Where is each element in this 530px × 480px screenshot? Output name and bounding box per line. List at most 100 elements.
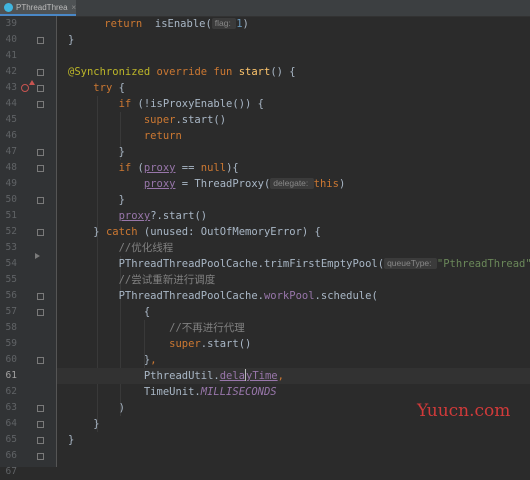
fold-marker-icon[interactable] (37, 229, 44, 236)
fold-marker-icon[interactable] (37, 405, 44, 412)
line-number[interactable]: 42 (0, 64, 17, 80)
fold-marker-icon[interactable] (37, 69, 44, 76)
code-token: MILLISECONDS (200, 386, 277, 398)
code-line[interactable]: } (57, 32, 530, 48)
code-line[interactable]: return isEnable(flag: 1) (57, 16, 530, 32)
code-line[interactable]: TimeUnit.MILLISECONDS (57, 384, 530, 400)
code-token: TimeUnit. (68, 386, 201, 398)
code-line[interactable]: //尝试重新进行调度 (57, 272, 530, 288)
line-number[interactable]: 52 (0, 224, 17, 240)
fold-marker-icon[interactable] (37, 357, 44, 364)
code-line[interactable]: super.start() (57, 336, 530, 352)
code-token: start (238, 66, 271, 78)
line-number[interactable]: 64 (0, 416, 17, 432)
line-number[interactable]: 48 (0, 160, 17, 176)
code-line[interactable]: //不再进行代理 (57, 320, 530, 336)
code-token: ) (338, 178, 346, 190)
tab-pthreadthread-kt[interactable]: PThreadThread.kt × (0, 0, 76, 16)
code-line[interactable]: proxy = ThreadProxy(delegate: this) (57, 176, 530, 192)
fold-marker-icon[interactable] (37, 197, 44, 204)
code-line[interactable]: if (!isProxyEnable()) { (57, 96, 530, 112)
code-line[interactable]: //优化线程 (57, 240, 530, 256)
fold-marker-icon[interactable] (37, 149, 44, 156)
code-line[interactable]: PThreadThreadPoolCache.trimFirstEmptyPoo… (57, 256, 530, 272)
line-number[interactable]: 60 (0, 352, 17, 368)
code-line[interactable]: @Synchronized override fun start() { (57, 64, 530, 80)
code-token: ) (242, 18, 249, 30)
fold-expand-icon[interactable] (35, 253, 40, 259)
code-token: super (143, 114, 176, 126)
line-number[interactable]: 65 (0, 432, 17, 448)
code-line[interactable]: try { (57, 80, 530, 96)
code-line[interactable]: if (proxy == null){ (57, 160, 530, 176)
line-number[interactable]: 45 (0, 112, 17, 128)
line-number[interactable]: 58 (0, 320, 17, 336)
line-number[interactable]: 46 (0, 128, 17, 144)
code-token: if (118, 162, 138, 174)
override-marker-icon[interactable] (21, 84, 29, 92)
line-number[interactable]: 39 (0, 16, 17, 32)
fold-marker-icon[interactable] (37, 437, 44, 444)
code-line[interactable]: { (57, 304, 530, 320)
line-number[interactable]: 51 (0, 208, 17, 224)
line-number[interactable]: 50 (0, 192, 17, 208)
fold-marker-icon[interactable] (37, 453, 44, 460)
code-line[interactable]: PthreadUtil.delayTime, (57, 368, 530, 384)
line-number[interactable]: 47 (0, 144, 17, 160)
line-number[interactable]: 57 (0, 304, 17, 320)
line-number[interactable]: 54 (0, 256, 17, 272)
code-token: override fun (156, 66, 239, 78)
line-number[interactable]: 49 (0, 176, 17, 192)
line-number[interactable]: 44 (0, 96, 17, 112)
code-token: } (68, 418, 100, 430)
line-number[interactable]: 66 (0, 448, 17, 464)
code-token: } (68, 34, 75, 46)
code-token: try (93, 82, 119, 94)
override-arrow-icon[interactable] (29, 80, 35, 85)
code-token: () { (270, 66, 296, 78)
code-line[interactable]: } (57, 144, 530, 160)
fold-marker-icon[interactable] (37, 421, 44, 428)
fold-marker-icon[interactable] (37, 165, 44, 172)
line-number[interactable]: 56 (0, 288, 17, 304)
line-number[interactable]: 63 (0, 400, 17, 416)
fold-marker-icon[interactable] (37, 37, 44, 44)
code-comment: //尝试重新进行调度 (118, 274, 216, 286)
code-token: ) (68, 402, 125, 414)
close-icon[interactable]: × (71, 3, 76, 12)
code-line[interactable] (57, 448, 530, 464)
line-number-gutter[interactable]: 39 40 41 42 43 44 45 46 47 48 49 50 51 52 53 54 55 56 57 58… (0, 16, 56, 477)
code-line[interactable]: } (57, 192, 530, 208)
code-line[interactable]: }, (57, 352, 530, 368)
code-line[interactable]: } (57, 432, 530, 448)
fold-marker-icon[interactable] (37, 309, 44, 316)
line-number[interactable]: 55 (0, 272, 17, 288)
line-number[interactable]: 43 (0, 80, 17, 96)
code-token: return (143, 130, 182, 142)
code-token: (unused: OutOfMemoryError) { (143, 226, 321, 238)
code-editor[interactable]: return isEnable(flag: 1)} @Synchronized o… (57, 16, 530, 467)
fold-marker-icon[interactable] (37, 293, 44, 300)
code-token: ?.start() (150, 210, 208, 222)
line-number[interactable]: 59 (0, 336, 17, 352)
code-token: .start() (175, 114, 227, 126)
fold-marker-icon[interactable] (37, 101, 44, 108)
line-number[interactable]: 67 (0, 464, 17, 480)
code-line[interactable]: } catch (unused: OutOfMemoryError) { (57, 224, 530, 240)
line-number[interactable]: 62 (0, 384, 17, 400)
fold-marker-icon[interactable] (37, 85, 44, 92)
code-line[interactable]: PThreadThreadPoolCache.workPool.schedule… (57, 288, 530, 304)
line-number[interactable]: 40 (0, 32, 17, 48)
code-line[interactable]: proxy?.start() (57, 208, 530, 224)
code-line[interactable]: super.start() (57, 112, 530, 128)
code-line[interactable]: return (57, 128, 530, 144)
line-number[interactable]: 61 (0, 368, 17, 384)
code-line[interactable] (57, 48, 530, 64)
line-number[interactable]: 53 (0, 240, 17, 256)
line-number[interactable]: 41 (0, 48, 17, 64)
